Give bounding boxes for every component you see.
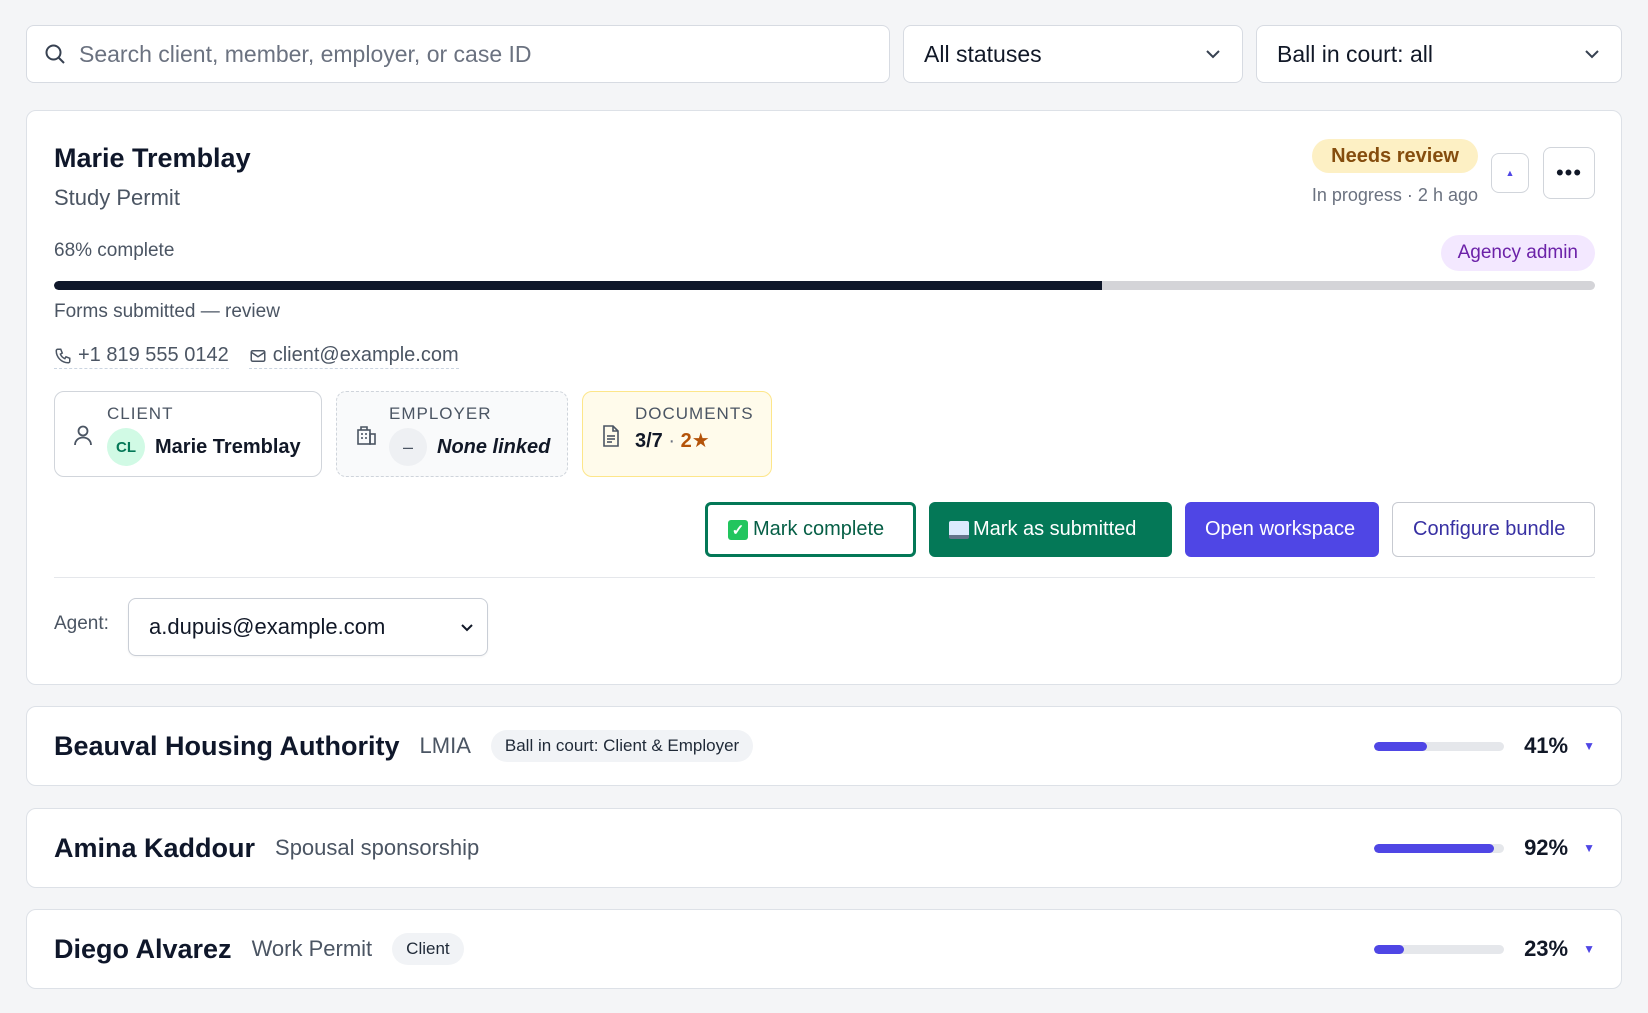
- user-icon: [74, 425, 92, 446]
- case-row-name: Diego Alvarez: [54, 933, 232, 964]
- email-text: client@example.com: [272, 344, 459, 366]
- ball-in-court-tag: Ball in court: Client & Employer: [490, 730, 754, 762]
- case-row-percent: 41%: [1524, 733, 1569, 758]
- role-badge: Agency admin: [1440, 235, 1595, 271]
- case-row-name: Amina Kaddour: [54, 832, 256, 863]
- case-card-expanded: Marie Tremblay Study Permit Needs review…: [26, 110, 1622, 685]
- case-row-name: Beauval Housing Authority: [54, 730, 400, 761]
- case-progress-bar: [54, 281, 1595, 290]
- search-icon: [45, 44, 65, 64]
- case-row-progress-bar: [1374, 944, 1505, 954]
- case-row-progress-fill: [1374, 843, 1494, 853]
- more-options-button[interactable]: •••: [1543, 147, 1595, 199]
- role-tag: Client: [392, 933, 464, 965]
- case-row-progress-bar: [1374, 843, 1505, 853]
- mark-submitted-label: Mark as submitted: [973, 518, 1137, 540]
- status-filter-select[interactable]: All statuses: [903, 25, 1243, 83]
- case-row-program: Spousal sponsorship: [275, 835, 480, 860]
- mark-complete-button[interactable]: ✓ Mark complete: [705, 502, 916, 557]
- employer-tile[interactable]: EMPLOYER – None linked: [336, 391, 568, 477]
- case-row-program: Work Permit: [251, 936, 373, 961]
- case-meta: In progress · 2 h ago: [1311, 185, 1478, 205]
- case-row-percent: 23%: [1524, 936, 1569, 961]
- filters-bar: All statuses Ball in court: all: [26, 25, 1622, 83]
- chevron-down-icon: [1206, 50, 1220, 59]
- ball-in-court-filter-value: Ball in court: all: [1277, 40, 1433, 67]
- caret-up-icon: ▲: [1505, 168, 1515, 178]
- case-progress-fill: [54, 281, 1102, 290]
- agent-select-value: a.dupuis@example.com: [149, 614, 386, 639]
- ball-in-court-filter-select[interactable]: Ball in court: all: [1256, 25, 1622, 83]
- caret-down-icon[interactable]: ▼: [1583, 841, 1595, 855]
- email-link[interactable]: client@example.com: [248, 344, 459, 369]
- agent-label: Agent:: [54, 613, 109, 634]
- progress-percent-label: 68% complete: [54, 240, 175, 261]
- case-stage: Forms submitted — review: [54, 301, 280, 322]
- case-row-progress-bar: [1374, 741, 1505, 751]
- search-input[interactable]: [79, 40, 859, 68]
- client-tile[interactable]: CLIENT CL Marie Tremblay: [54, 391, 322, 477]
- configure-bundle-button[interactable]: Configure bundle: [1392, 502, 1595, 557]
- case-client-name: Marie Tremblay: [54, 143, 251, 173]
- employer-tile-value: None linked: [437, 435, 551, 458]
- building-icon: [357, 426, 376, 445]
- case-row[interactable]: Amina Kaddour Spousal sponsorship 92% ▼: [26, 808, 1622, 888]
- documents-tile-label: DOCUMENTS: [635, 404, 754, 423]
- case-row[interactable]: Beauval Housing Authority LMIA Ball in c…: [26, 706, 1622, 786]
- phone-text: +1 819 555 0142: [78, 344, 229, 366]
- mark-complete-label: Mark complete: [753, 518, 885, 540]
- employer-avatar-placeholder: –: [389, 428, 427, 466]
- case-row[interactable]: Diego Alvarez Work Permit Client 23% ▼: [26, 909, 1622, 989]
- status-filter-value: All statuses: [924, 40, 1042, 67]
- documents-tile[interactable]: DOCUMENTS 3/7 · 2★: [582, 391, 772, 477]
- divider: [54, 577, 1595, 578]
- documents-count: 3/7: [635, 430, 663, 452]
- avatar: CL: [107, 428, 145, 466]
- mark-submitted-button[interactable]: Mark as submitted: [929, 502, 1172, 557]
- mail-icon: [250, 349, 266, 362]
- document-icon: [603, 425, 619, 447]
- employer-tile-label: EMPLOYER: [389, 404, 492, 423]
- chevron-down-icon: [461, 624, 473, 632]
- phone-link[interactable]: +1 819 555 0142: [54, 344, 229, 369]
- tray-icon: [949, 520, 969, 539]
- contact-info: +1 819 555 0142 client@example.com: [54, 344, 459, 369]
- case-actions: ✓ Mark complete Mark as submitted Open w…: [705, 502, 1595, 557]
- more-icon: •••: [1555, 160, 1583, 185]
- caret-down-icon[interactable]: ▼: [1583, 942, 1595, 956]
- agent-select[interactable]: a.dupuis@example.com: [128, 598, 488, 656]
- client-tile-name: Marie Tremblay: [155, 435, 301, 458]
- documents-tile-value: 3/7 · 2★: [635, 428, 710, 453]
- status-badge: Needs review: [1312, 139, 1478, 173]
- phone-icon: [55, 348, 71, 364]
- client-tile-label: CLIENT: [107, 404, 174, 423]
- case-row-progress-fill: [1374, 944, 1404, 954]
- chevron-down-icon: [1585, 50, 1599, 59]
- documents-separator: ·: [668, 430, 676, 452]
- open-workspace-button[interactable]: Open workspace: [1185, 502, 1379, 557]
- search-box[interactable]: [26, 25, 890, 83]
- case-program: Study Permit: [54, 185, 180, 210]
- case-row-progress-fill: [1374, 741, 1428, 751]
- caret-down-icon[interactable]: ▼: [1583, 739, 1595, 753]
- collapse-button[interactable]: ▲: [1491, 153, 1529, 193]
- case-row-program: LMIA: [419, 733, 471, 758]
- check-icon: ✓: [728, 519, 748, 540]
- case-row-percent: 92%: [1524, 835, 1569, 860]
- documents-starred: 2★: [680, 430, 710, 452]
